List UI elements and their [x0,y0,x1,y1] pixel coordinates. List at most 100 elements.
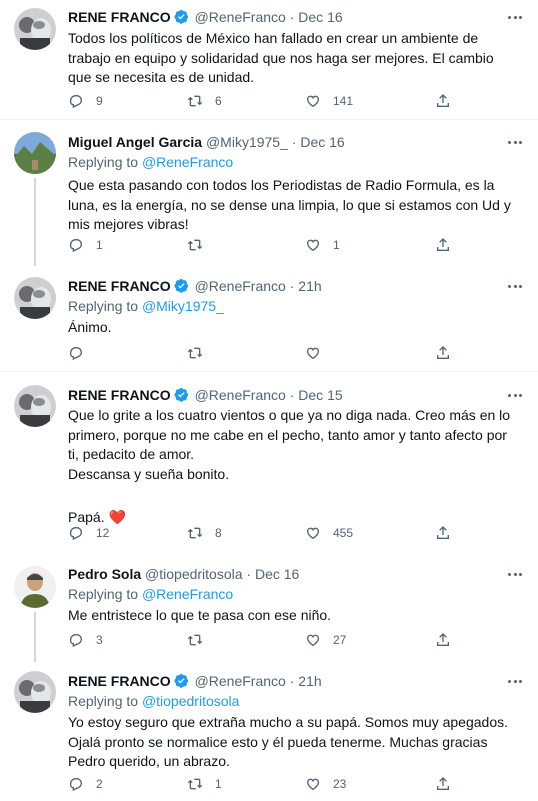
retweet-button[interactable]: 8 [187,525,222,541]
share-button[interactable] [435,93,451,109]
reply-button[interactable]: 1 [68,237,103,253]
more-icon[interactable] [506,386,524,404]
author-handle[interactable]: @ReneFranco [195,9,286,25]
retweet-count: 8 [215,526,222,540]
reply-count: 9 [96,94,103,108]
tweet[interactable]: Pedro Sola @tiopedritosola · Dec 16 Repl… [0,554,538,662]
verified-icon [174,9,189,24]
share-icon [437,526,449,539]
replying-to: Replying to @Miky1975_ [68,298,224,315]
reply-button[interactable] [68,345,96,361]
retweet-button[interactable] [187,632,215,648]
avatar-rene-franco[interactable] [14,8,56,50]
share-button[interactable] [435,237,451,253]
reply-button[interactable]: 3 [68,632,103,648]
reply-icon [70,347,83,361]
tweet-date[interactable]: Dec 15 [298,387,342,403]
author-name[interactable]: Miguel Angel Garcia [68,134,202,150]
tweet[interactable]: RENE FRANCO @ReneFranco · Dec 16 Todos l… [0,0,538,120]
tweet-date[interactable]: Dec 16 [255,566,299,582]
retweet-icon [187,239,203,251]
tweet-paragraph: Todos los políticos de México han fallad… [68,30,494,85]
reply-icon [70,634,83,648]
retweet-button[interactable]: 1 [187,776,222,792]
author-handle[interactable]: @ReneFranco [195,278,286,294]
like-button[interactable]: 141 [305,93,353,109]
replying-to-label: Replying to [68,693,139,709]
share-button[interactable] [435,345,451,361]
retweet-button[interactable] [187,345,215,361]
replying-to-link[interactable]: @tiopedritosola [142,693,240,709]
like-button[interactable]: 27 [305,632,346,648]
replying-to: Replying to @ReneFranco [68,154,233,171]
author-handle[interactable]: @tiopedritosola [145,566,243,582]
reply-count: 3 [96,633,103,647]
tweet[interactable]: Miguel Angel Garcia @Miky1975_ · Dec 16 … [0,120,538,268]
reply-icon [70,778,83,792]
tweet-header: Miguel Angel Garcia @Miky1975_ · Dec 16 [68,134,345,151]
like-icon [306,347,320,360]
tweet-date[interactable]: 21h [298,278,321,294]
avatar-rene-franco[interactable] [14,385,56,427]
like-button[interactable]: 1 [305,237,340,253]
retweet-button[interactable]: 6 [187,93,222,109]
verified-icon [174,673,189,688]
replying-to-link[interactable]: @ReneFranco [142,154,233,170]
share-button[interactable] [435,776,451,792]
separator-dot: · [289,387,295,403]
reply-button[interactable]: 9 [68,93,103,109]
tweet-paragraph: Que esta pasando con todos los Periodist… [68,177,511,232]
like-count: 141 [333,94,354,108]
verified-icon [174,387,189,402]
author-handle[interactable]: @ReneFranco [195,673,286,689]
like-count: 1 [333,238,340,252]
share-button[interactable] [435,525,451,541]
tweet-date[interactable]: 21h [298,673,321,689]
author-name[interactable]: Pedro Sola [68,566,141,582]
more-icon[interactable] [506,133,524,151]
more-icon[interactable] [506,565,524,583]
author-name[interactable]: RENE FRANCO [68,278,171,294]
author-name[interactable]: RENE FRANCO [68,673,171,689]
reply-button[interactable]: 12 [68,525,109,541]
like-button[interactable]: 23 [305,776,346,792]
tweet[interactable]: RENE FRANCO @ReneFranco · 21h Replying t… [0,268,538,372]
tweet-header: Pedro Sola @tiopedritosola · Dec 16 [68,566,299,583]
share-button[interactable] [435,632,451,648]
tweet-header: RENE FRANCO @ReneFranco · Dec 16 [68,9,343,26]
author-handle[interactable]: @Miky1975_ [206,134,288,150]
like-button[interactable] [305,345,333,361]
tweet-text: Yo estoy seguro que extraña mucho a su p… [68,713,518,772]
tweet-paragraph: Me entristece lo que te pasa con ese niñ… [68,607,332,623]
tweet-actions [68,345,458,365]
author-name[interactable]: RENE FRANCO [68,9,171,25]
more-icon[interactable] [506,8,524,26]
avatar-miguel-angel-garcia[interactable] [14,132,56,174]
like-button[interactable]: 455 [305,525,353,541]
avatar-pedro-sola[interactable] [14,566,56,608]
tweet-paragraph [68,484,518,504]
retweet-button[interactable] [187,237,215,253]
avatar-rene-franco[interactable] [14,671,56,713]
tweet[interactable]: RENE FRANCO @ReneFranco · Dec 15 Que lo … [0,372,538,554]
reply-icon [70,527,83,541]
separator-dot: · [289,9,295,25]
reply-button[interactable]: 2 [68,776,103,792]
like-icon [306,239,320,252]
author-name[interactable]: RENE FRANCO [68,387,171,403]
author-handle[interactable]: @ReneFranco [195,387,286,403]
tweet-date[interactable]: Dec 16 [298,9,342,25]
more-icon[interactable] [506,672,524,690]
tweet-date[interactable]: Dec 16 [300,134,344,150]
like-icon [306,634,320,647]
tweet-paragraph: Yo estoy seguro que extraña mucho a su p… [68,714,508,769]
tweet[interactable]: RENE FRANCO @ReneFranco · 21h Replying t… [0,662,538,801]
share-icon [437,346,449,359]
reply-count: 2 [96,777,103,791]
share-icon [437,238,449,251]
avatar-rene-franco[interactable] [14,277,56,319]
more-icon[interactable] [506,277,524,295]
replying-to-link[interactable]: @Miky1975_ [142,298,224,314]
retweet-icon [187,778,203,790]
replying-to-link[interactable]: @ReneFranco [142,586,233,602]
